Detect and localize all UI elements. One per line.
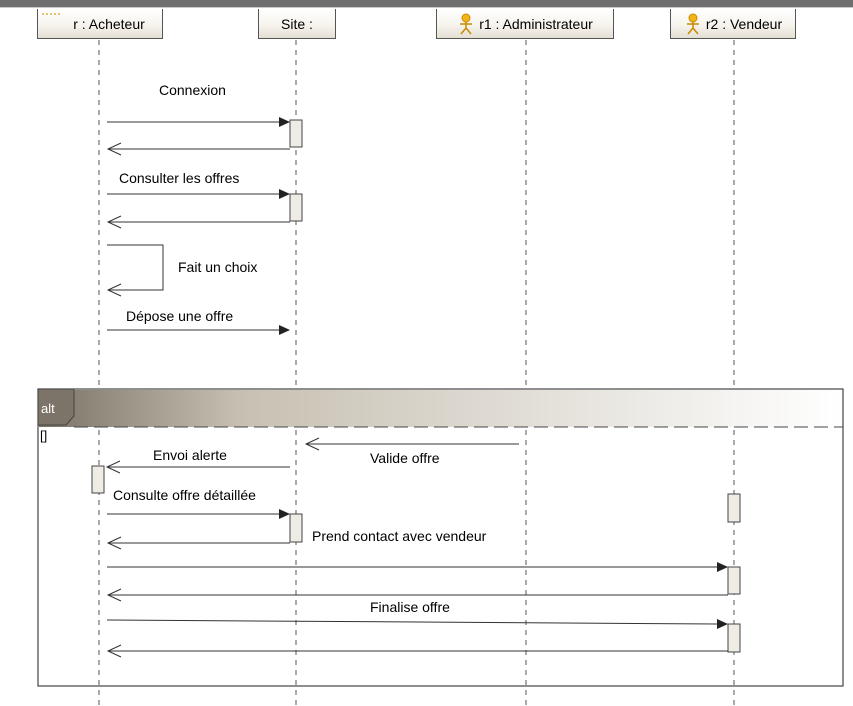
activation-site-2 <box>289 193 303 222</box>
message-depose-arrowhead <box>279 325 290 335</box>
alt-guard-condition: [] <box>40 428 48 443</box>
message-consulte-arrowhead <box>279 509 290 519</box>
message-contact-arrowhead <box>717 562 728 572</box>
activation-vendeur-2 <box>727 566 741 595</box>
lifeline-head-administrateur[interactable]: r1 : Administrateur <box>436 9 614 39</box>
message-label-valide: Valide offre <box>370 450 440 466</box>
activation-acheteur-1 <box>91 465 105 494</box>
lifeline-name: Site : <box>281 15 313 32</box>
lifeline-name: r1 : Administrateur <box>479 15 593 32</box>
lifeline-name: r2 : Vendeur <box>705 15 783 32</box>
actor-icon <box>686 13 699 34</box>
lifeline-head-vendeur[interactable]: r2 : Vendeur <box>670 9 796 39</box>
message-label-choix: Fait un choix <box>178 259 258 275</box>
alt-fragment-header <box>39 390 842 427</box>
lifeline-head-site[interactable]: Site : <box>258 9 336 39</box>
message-label-envoi: Envoi alerte <box>153 447 227 463</box>
message-label-connexion: Connexion <box>159 82 226 98</box>
message-label-consulter: Consulter les offres <box>119 170 240 186</box>
alt-operator-label: alt <box>41 401 55 416</box>
activation-site-3 <box>289 513 303 543</box>
message-finalise-line <box>106 619 718 625</box>
activation-site-1 <box>289 119 303 148</box>
class-icon <box>42 13 60 18</box>
message-label-finalise: Finalise offre <box>370 599 450 615</box>
message-consulter-arrowhead <box>279 189 290 199</box>
message-label-depose: Dépose une offre <box>126 308 234 324</box>
activation-vendeur-3 <box>727 623 741 653</box>
lifeline-head-acheteur[interactable]: r : Acheteur <box>37 9 163 39</box>
message-connexion-arrowhead <box>279 117 290 127</box>
message-label-contact: Prend contact avec vendeur <box>312 528 487 544</box>
message-label-consulte: Consulte offre détaillée <box>113 487 256 503</box>
activation-vendeur-1 <box>727 493 741 523</box>
lifeline-name: r : Acheteur <box>73 15 145 32</box>
message-finalise-arrowhead <box>717 619 728 629</box>
actor-icon <box>460 13 473 34</box>
self-message-choix <box>107 244 164 291</box>
